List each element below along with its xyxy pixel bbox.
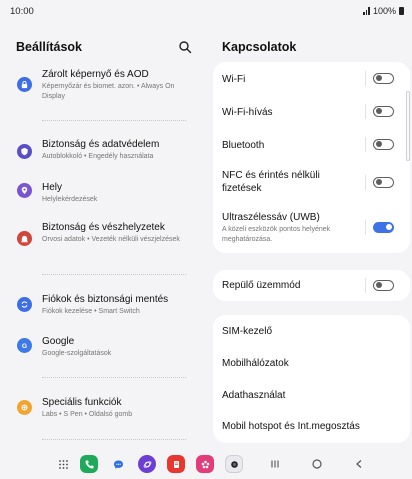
camera-icon[interactable] bbox=[225, 455, 243, 473]
menu-item-security-privacy[interactable]: Biztonság és adatvédelem Autoblokkoló • … bbox=[0, 138, 204, 166]
menu-item-title: Biztonság és adatvédelem bbox=[42, 139, 160, 150]
sync-icon bbox=[17, 297, 32, 312]
notes-icon[interactable] bbox=[167, 455, 185, 473]
menu-item-safety-emergency[interactable]: Biztonság és vészhelyzetek Orvosi adatok… bbox=[0, 221, 204, 261]
google-icon: G bbox=[17, 338, 32, 353]
sim-manager-row[interactable]: SIM-kezelő bbox=[213, 315, 410, 347]
menu-item-location[interactable]: Hely Helylekérdezések bbox=[0, 181, 204, 209]
navigation-bar bbox=[0, 449, 412, 479]
divider bbox=[42, 377, 186, 378]
menu-item-subtitle: Orvosi adatok • Vezeték nélküli vészjelz… bbox=[42, 236, 180, 243]
airplane-mode-toggle[interactable] bbox=[373, 280, 394, 291]
battery-icon bbox=[399, 7, 404, 15]
phone-icon[interactable] bbox=[80, 455, 98, 473]
menu-item-subtitle: Helylekérdezések bbox=[42, 196, 98, 203]
wifi-calling-toggle[interactable] bbox=[373, 106, 394, 117]
search-icon[interactable] bbox=[178, 40, 192, 54]
menu-item-accounts-backup[interactable]: Fiókok és biztonsági mentés Fiókok kezel… bbox=[0, 293, 204, 321]
scrollbar-handle[interactable] bbox=[406, 91, 410, 161]
shield-icon bbox=[17, 144, 32, 159]
bluetooth-toggle[interactable] bbox=[373, 139, 394, 150]
menu-item-subtitle: Fiókok kezelése • Smart Switch bbox=[42, 308, 140, 315]
uwb-description: A közeli eszközök pontos helyének meghat… bbox=[222, 226, 331, 243]
bluetooth-row[interactable]: Bluetooth bbox=[213, 128, 410, 161]
menu-item-subtitle: Autoblokkoló • Engedély használata bbox=[42, 153, 154, 160]
connections-title: Kapcsolatok bbox=[222, 40, 297, 54]
status-indicators: 100% bbox=[363, 6, 404, 16]
uwb-toggle[interactable] bbox=[373, 222, 394, 233]
sim-manager-label: SIM-kezelő bbox=[222, 326, 273, 337]
menu-item-google[interactable]: G Google Google-szolgáltatások bbox=[0, 335, 204, 363]
lock-icon bbox=[17, 77, 32, 92]
wifi-label: Wi-Fi bbox=[222, 74, 246, 85]
status-time: 10:00 bbox=[10, 6, 34, 17]
bluetooth-label: Bluetooth bbox=[222, 140, 265, 151]
airplane-mode-row[interactable]: Repülő üzemmód bbox=[213, 270, 410, 301]
signal-icon bbox=[363, 7, 370, 15]
menu-item-subtitle: Labs • S Pen • Oldalsó gomb bbox=[42, 411, 133, 418]
divider bbox=[42, 120, 186, 121]
messages-icon[interactable] bbox=[109, 455, 127, 473]
wifi-calling-row[interactable]: Wi-Fi-hívás bbox=[213, 95, 410, 128]
nfc-toggle[interactable] bbox=[373, 177, 394, 188]
nfc-row[interactable]: NFC és érintés nélküli fizetések bbox=[213, 161, 410, 205]
menu-item-title: Google bbox=[42, 336, 75, 347]
recents-icon[interactable] bbox=[266, 455, 284, 473]
menu-item-title: Zárolt képernyő és AOD bbox=[42, 69, 149, 80]
page-title: Beállítások bbox=[16, 40, 83, 54]
battery-percent: 100% bbox=[372, 6, 396, 16]
emergency-icon bbox=[17, 231, 32, 246]
status-bar: 10:00 100% bbox=[0, 0, 412, 24]
divider bbox=[42, 274, 186, 275]
menu-item-title: Fiókok és biztonsági mentés bbox=[42, 294, 169, 305]
menu-item-title: Speciális funkciók bbox=[42, 397, 122, 408]
menu-item-subtitle: Google-szolgáltatások bbox=[42, 350, 112, 357]
gear-plus-icon bbox=[17, 400, 32, 415]
menu-item-title: Biztonság és vészhelyzetek bbox=[42, 222, 165, 233]
data-usage-label: Adathasználat bbox=[222, 390, 286, 401]
home-icon[interactable] bbox=[308, 455, 326, 473]
internet-icon[interactable] bbox=[138, 455, 156, 473]
mobile-networks-label: Mobilhálózatok bbox=[222, 358, 289, 369]
back-icon[interactable] bbox=[350, 455, 368, 473]
data-usage-row[interactable]: Adathasználat bbox=[213, 379, 410, 411]
gallery-icon[interactable] bbox=[196, 455, 214, 473]
uwb-row[interactable]: Ultraszélessáv (UWB) A közeli eszközök p… bbox=[213, 205, 410, 253]
menu-item-advanced-features[interactable]: Speciális funkciók Labs • S Pen • Oldals… bbox=[0, 396, 204, 424]
location-pin-icon bbox=[17, 183, 32, 198]
divider bbox=[42, 439, 186, 440]
hotspot-label: Mobil hotspot és Int.megosztás bbox=[222, 421, 360, 432]
svg-text:G: G bbox=[22, 343, 27, 350]
menu-item-lock-screen[interactable]: Zárolt képernyő és AOD Képernyőzár és bi… bbox=[0, 68, 204, 104]
connections-card: Wi-Fi Wi-Fi-hívás Bluetooth NFC és érint… bbox=[213, 62, 410, 253]
app-drawer-icon[interactable] bbox=[54, 455, 72, 473]
nfc-label: NFC és érintés nélküli fizetések bbox=[222, 170, 320, 194]
wifi-calling-label: Wi-Fi-hívás bbox=[222, 107, 273, 118]
mobile-networks-row[interactable]: Mobilhálózatok bbox=[213, 347, 410, 379]
airplane-card: Repülő üzemmód bbox=[213, 270, 410, 301]
uwb-label: Ultraszélessáv (UWB) bbox=[222, 212, 320, 223]
airplane-mode-label: Repülő üzemmód bbox=[222, 280, 301, 291]
network-card: SIM-kezelő Mobilhálózatok Adathasználat … bbox=[213, 315, 410, 443]
menu-item-title: Hely bbox=[42, 182, 63, 193]
menu-item-subtitle: Képernyőzár és biomet. azon. • Always On… bbox=[42, 83, 175, 100]
wifi-row[interactable]: Wi-Fi bbox=[213, 62, 410, 95]
wifi-toggle[interactable] bbox=[373, 73, 394, 84]
hotspot-row[interactable]: Mobil hotspot és Int.megosztás bbox=[213, 411, 410, 443]
connections-pane: Kapcsolatok Wi-Fi Wi-Fi-hívás Bluetooth … bbox=[204, 24, 412, 449]
settings-menu-pane: Beállítások Zárolt képernyő és AOD Képer… bbox=[0, 24, 204, 449]
